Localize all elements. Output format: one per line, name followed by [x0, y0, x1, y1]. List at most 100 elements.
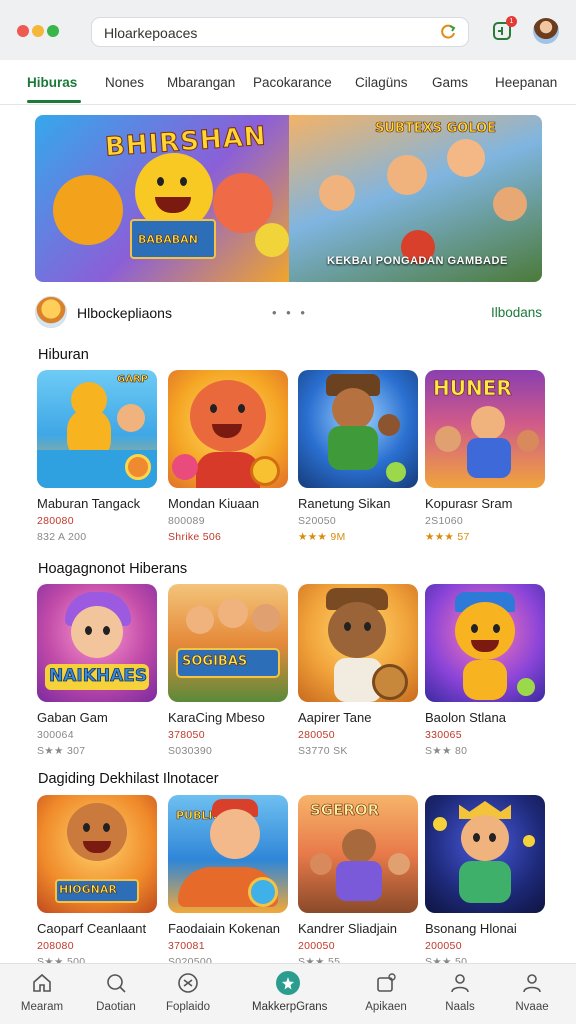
hero-title: BHIRSHAN: [104, 121, 268, 163]
star-icon: [282, 977, 294, 990]
app-thumb-text: HIOGNAR: [59, 883, 117, 897]
app-thumbnail: HIOGNAR: [37, 795, 157, 913]
hero-left-panel: BABABAN BHIRSHAN: [35, 115, 289, 282]
app-price: 330065: [425, 729, 462, 741]
user-icon: [451, 974, 469, 993]
app-name: KaraCing Mbeso: [168, 710, 265, 725]
app-name: Mondan Kiuaan: [168, 496, 260, 511]
app-thumbnail: HUNER: [425, 370, 545, 488]
hero-figure-1: [319, 175, 355, 211]
app-thumbnail: NAIKHAES: [37, 584, 157, 702]
app-thumb-text: HUNER: [433, 376, 512, 401]
tab-mbarangan[interactable]: Mbarangan: [167, 75, 235, 90]
apps-icon: [377, 973, 396, 992]
app-price: 208080: [37, 940, 74, 952]
app-name: Gaban Gam: [37, 710, 108, 725]
app-card[interactable]: Aapirer Tane 280050 S3770 SK: [298, 584, 418, 759]
nav-label: MakkerpGrans: [252, 1001, 328, 1013]
hero-figure-2: [387, 155, 427, 195]
minimize-window-button[interactable]: [32, 25, 44, 37]
app-thumbnail: PUBLIO: [168, 795, 288, 913]
developer-row: Hlbockepliaons • • • Ilbodans: [35, 296, 542, 330]
hero-figure-4: [493, 187, 527, 221]
extension-button[interactable]: 1: [491, 16, 517, 42]
tab-pacokarance[interactable]: Pacokarance: [253, 75, 332, 90]
app-thumbnail: GARP: [37, 370, 157, 488]
nav-item-games[interactable]: Foplaido: [152, 964, 224, 1024]
nav-item-apps[interactable]: Apikaen: [350, 964, 422, 1024]
app-card[interactable]: Bsonang Hlonai 200050 S★★ 50: [425, 795, 545, 970]
tab-heepanan[interactable]: Heepanan: [495, 75, 557, 90]
app-name: Faodaiain Kokenan: [168, 921, 281, 936]
bottom-navigation: Mearam Daotian Foplaido MakkerpGrans Api…: [0, 963, 576, 1024]
app-card[interactable]: HUNER Kopurasr Sram 2S1060 ★★★ 57: [425, 370, 545, 545]
nav-label: Daotian: [96, 1001, 136, 1013]
hero-banner[interactable]: BABABAN BHIRSHAN SUBTEXS GOLOE KEKBAI PO…: [35, 115, 542, 282]
app-thumbnail: [298, 370, 418, 488]
nav-item-profile[interactable]: Nvaae: [496, 964, 568, 1024]
app-card[interactable]: HIOGNAR Caoparf Ceanlaant 208080 S★★ 500: [37, 795, 157, 970]
nav-item-search[interactable]: Daotian: [80, 964, 152, 1024]
close-window-button[interactable]: [17, 25, 29, 37]
maximize-window-button[interactable]: [47, 25, 59, 37]
app-card[interactable]: SOGIBAS KaraCing Mbeso 378050 S030390: [168, 584, 288, 759]
browser-toolbar: Hloarkepoaces 1: [0, 0, 576, 60]
see-more-link[interactable]: Ilbodans: [491, 305, 542, 320]
app-card[interactable]: Ranetung Sikan S20050 ★★★ 9M: [298, 370, 418, 545]
home-icon: [33, 973, 51, 992]
tab-nones[interactable]: Nones: [105, 75, 144, 90]
address-text[interactable]: Hloarkepoaces: [104, 25, 197, 41]
app-price: 280080: [37, 515, 74, 527]
app-card[interactable]: Baolon Stlana 330065 S★★ 80: [425, 584, 545, 759]
app-card[interactable]: SGEROR Kandrer Sliadjain 200050 S★★ 55: [298, 795, 418, 970]
nav-item-user[interactable]: Naals: [424, 964, 496, 1024]
app-thumbnail: SGEROR: [298, 795, 418, 913]
nav-label: Foplaido: [165, 1001, 211, 1013]
nav-item-makkerpgrans[interactable]: MakkerpGrans: [252, 964, 328, 1024]
app-card[interactable]: GARP Maburan Tangack 280080 832 A 200: [37, 370, 157, 545]
profile-avatar[interactable]: [533, 18, 559, 44]
app-card[interactable]: NAIKHAES Gaban Gam 300064 S★★ 307: [37, 584, 157, 759]
hero-caption: KEKBAI PONGADAN GAMBADE: [327, 255, 508, 267]
app-name: Kopurasr Sram: [425, 496, 513, 511]
app-name: Bsonang Hlonai: [425, 921, 517, 936]
app-meta: S3770 SK: [298, 745, 348, 757]
app-name: Kandrer Sliadjain: [298, 921, 398, 936]
tab-hiburas[interactable]: Hiburas: [27, 75, 77, 90]
app-price: 300064: [37, 729, 74, 741]
app-card[interactable]: Mondan Kiuaan 800089 Shrike 506: [168, 370, 288, 545]
hero-figure-3: [447, 139, 485, 177]
app-thumb-text: SOGIBAS: [182, 654, 248, 670]
hero-sign: BABABAN: [130, 219, 216, 259]
tab-cilaguns[interactable]: Cilagüns: [355, 75, 408, 90]
app-price: 378050: [168, 729, 205, 741]
nav-label: Naals: [445, 1001, 475, 1013]
tab-gams[interactable]: Gams: [432, 75, 468, 90]
active-tab-indicator: [27, 100, 81, 103]
app-name: Baolon Stlana: [425, 710, 506, 725]
app-rating: S★★ 80: [425, 745, 468, 757]
app-rating: ★★★ 57: [425, 531, 470, 543]
more-options-icon[interactable]: • • •: [272, 305, 308, 320]
app-thumbnail: [425, 584, 545, 702]
reload-icon[interactable]: [438, 22, 458, 42]
section-title-hoagagnonot: Hoagagnonot Hiberans: [38, 561, 188, 577]
address-bar[interactable]: Hloarkepoaces: [91, 17, 469, 47]
hero-sign-text: BABABAN: [138, 233, 199, 247]
nav-label: Apikaen: [365, 1001, 407, 1013]
app-price: S20050: [298, 515, 337, 527]
developer-avatar[interactable]: [35, 296, 67, 328]
notification-badge: 1: [506, 16, 517, 27]
app-price: 370081: [168, 940, 205, 952]
search-icon: [107, 974, 126, 993]
app-name: Ranetung Sikan: [298, 496, 391, 511]
app-meta: S030390: [168, 745, 213, 757]
developer-name[interactable]: Hlbockepliaons: [77, 305, 172, 321]
nav-item-home[interactable]: Mearam: [6, 964, 78, 1024]
app-thumb-text: GARP: [117, 374, 149, 386]
category-tabs: Hiburas Nones Mbarangan Pacokarance Cila…: [0, 60, 576, 105]
games-icon: [178, 973, 198, 993]
app-thumbnail: [298, 584, 418, 702]
app-card[interactable]: PUBLIO Faodaiain Kokenan 370081 S020500: [168, 795, 288, 970]
app-name: Maburan Tangack: [37, 496, 141, 511]
